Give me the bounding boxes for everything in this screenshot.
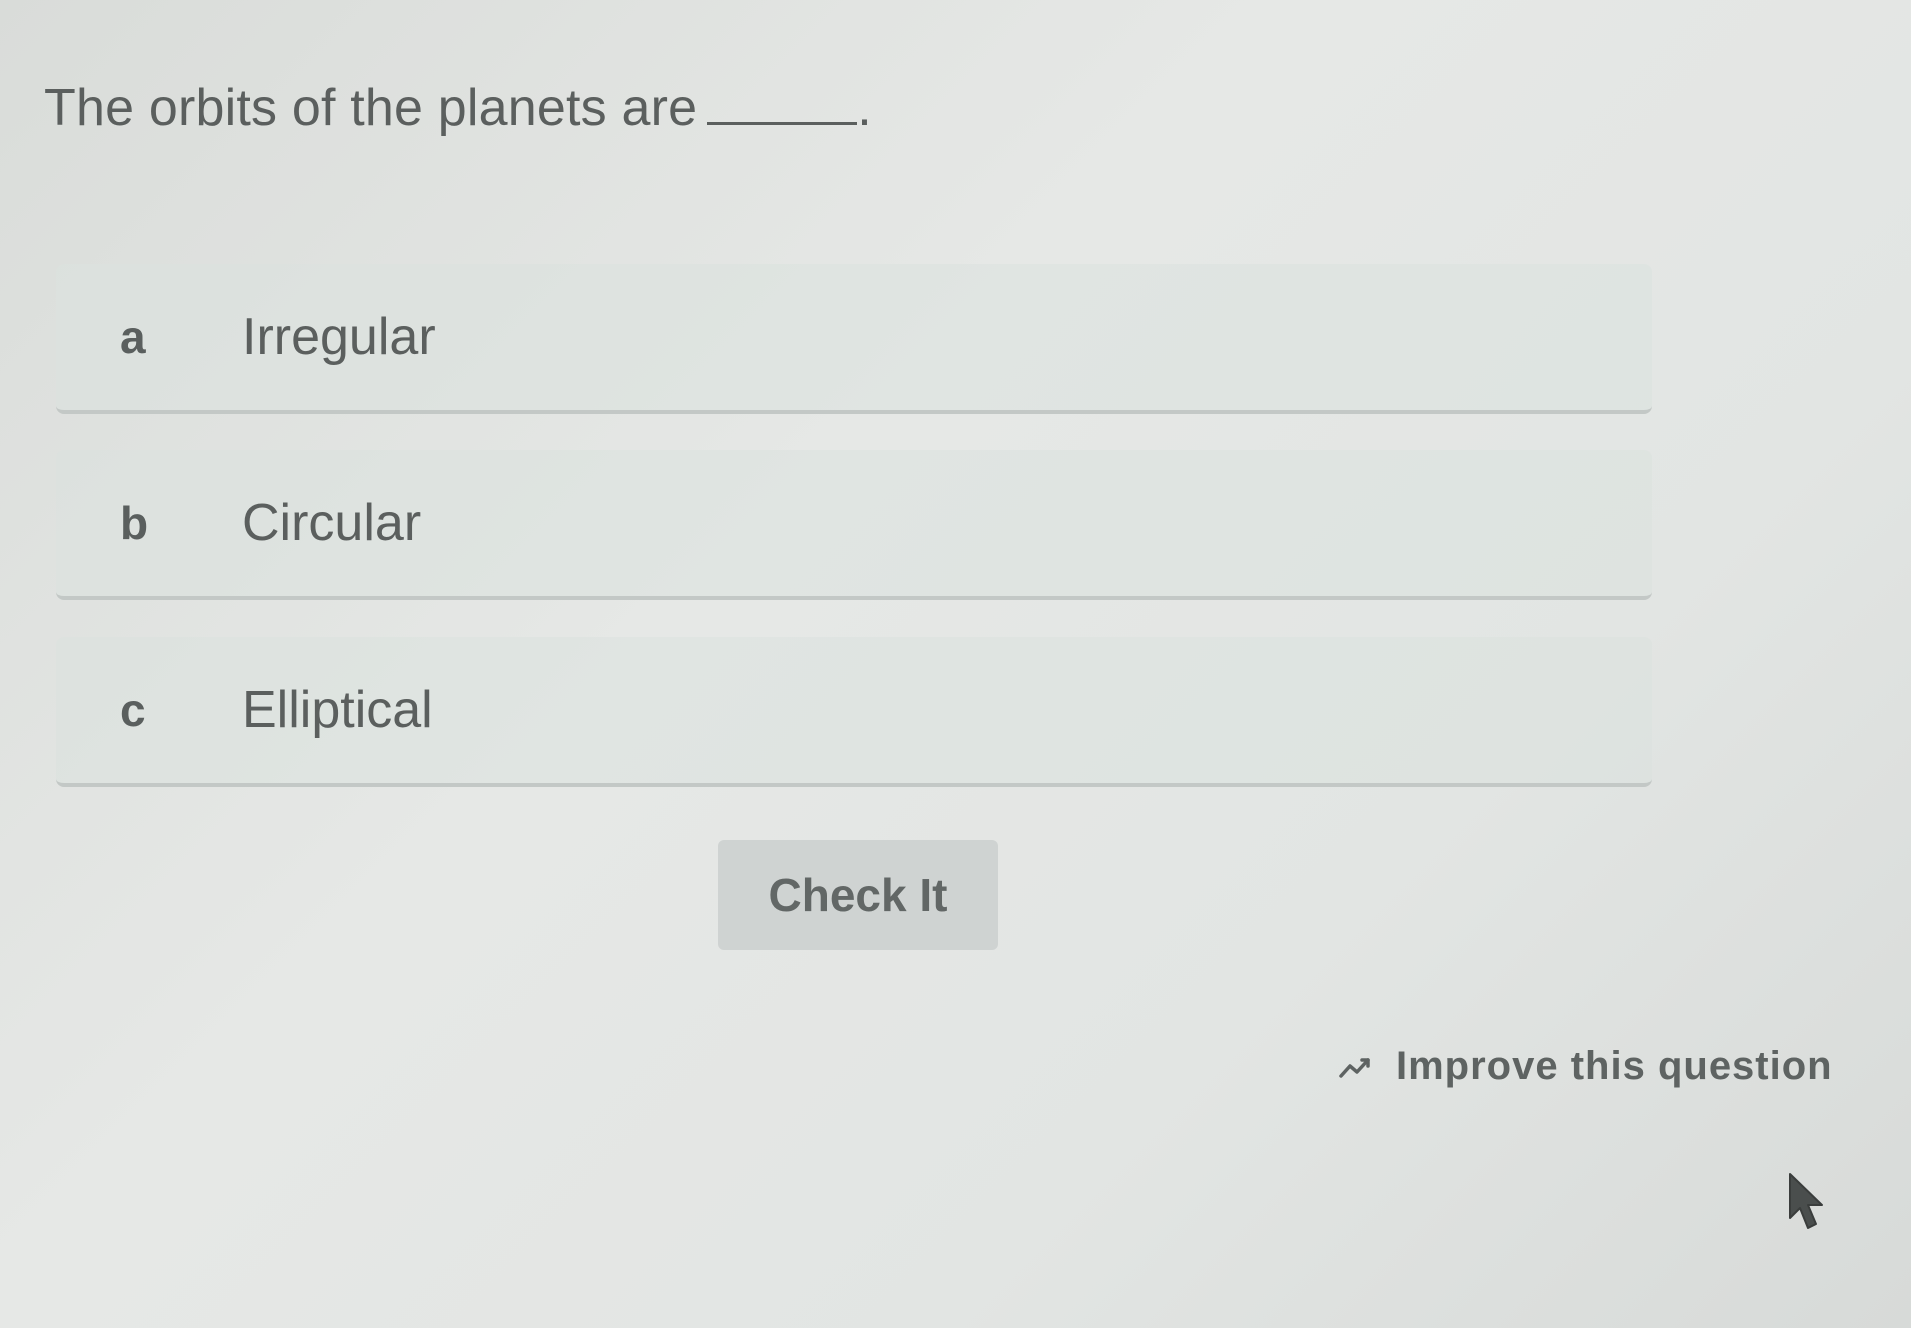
question-text: The orbits of the planets are xyxy=(44,79,698,137)
option-label: Irregular xyxy=(242,308,436,366)
question-prompt: The orbits of the planets are. xyxy=(44,78,872,138)
option-letter: a xyxy=(120,311,146,363)
quiz-screen: The orbits of the planets are. a Irregul… xyxy=(0,0,1911,1328)
trend-line-icon xyxy=(1339,1057,1370,1078)
answer-blank xyxy=(707,82,858,125)
option-b[interactable]: b Circular xyxy=(56,450,1652,600)
improve-question-label: Improve this question xyxy=(1396,1044,1833,1088)
improve-question-link[interactable]: Improve this question xyxy=(1338,1044,1833,1089)
option-label: Circular xyxy=(242,494,422,552)
check-it-button[interactable]: Check It xyxy=(718,840,998,950)
option-label: Elliptical xyxy=(242,681,433,739)
mouse-pointer-icon xyxy=(1789,1173,1823,1229)
option-c[interactable]: c Elliptical xyxy=(56,637,1652,787)
option-a[interactable]: a Irregular xyxy=(56,264,1652,414)
option-letter: b xyxy=(120,497,149,549)
question-period: . xyxy=(857,79,872,137)
option-letter: c xyxy=(120,684,146,736)
